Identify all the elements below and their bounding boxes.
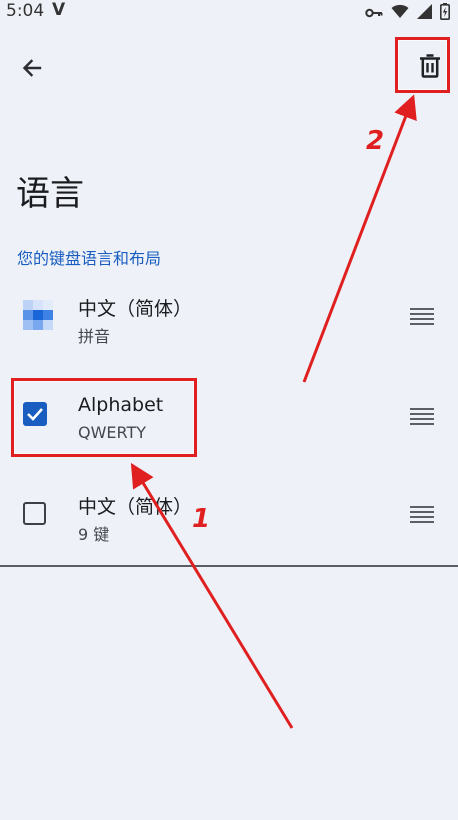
drag-handle-icon[interactable] — [410, 402, 438, 430]
highlight-box-alphabet — [11, 378, 197, 457]
battery-icon — [440, 3, 450, 24]
layout-type: 拼音 — [78, 327, 111, 346]
signal-icon — [417, 4, 432, 23]
page-title: 语言 — [16, 174, 84, 214]
checkbox-9key[interactable] — [23, 502, 51, 530]
annotation-step2: 2 — [366, 126, 385, 156]
checkbox-empty-icon — [23, 502, 46, 525]
status-bar: 5:04 V — [0, 0, 458, 24]
drag-handle-icon[interactable] — [410, 302, 438, 330]
list-item-layout-pinyin[interactable]: 中文（简体） 拼音 — [0, 272, 458, 364]
list-divider — [0, 565, 458, 567]
key-icon — [365, 4, 383, 23]
annotation-step1: 1 — [192, 504, 211, 534]
status-icons — [365, 3, 450, 24]
carrier-mark: V — [52, 0, 66, 20]
arrow-left-icon — [20, 56, 44, 84]
back-button[interactable] — [14, 52, 50, 88]
layout-type: 9 键 — [78, 525, 110, 544]
drag-handle-icon[interactable] — [410, 500, 438, 528]
pinyin-tile-icon — [23, 300, 53, 330]
list-item-layout-9key[interactable]: 中文（简体） 9 键 — [0, 470, 458, 562]
layout-name: 中文（简体） — [78, 298, 193, 320]
layout-name: 中文（简体） — [78, 496, 193, 518]
section-header: 您的键盘语言和布局 — [17, 249, 162, 268]
status-time: 5:04 — [6, 1, 45, 21]
wifi-icon — [391, 4, 409, 23]
highlight-box-delete — [395, 37, 450, 93]
